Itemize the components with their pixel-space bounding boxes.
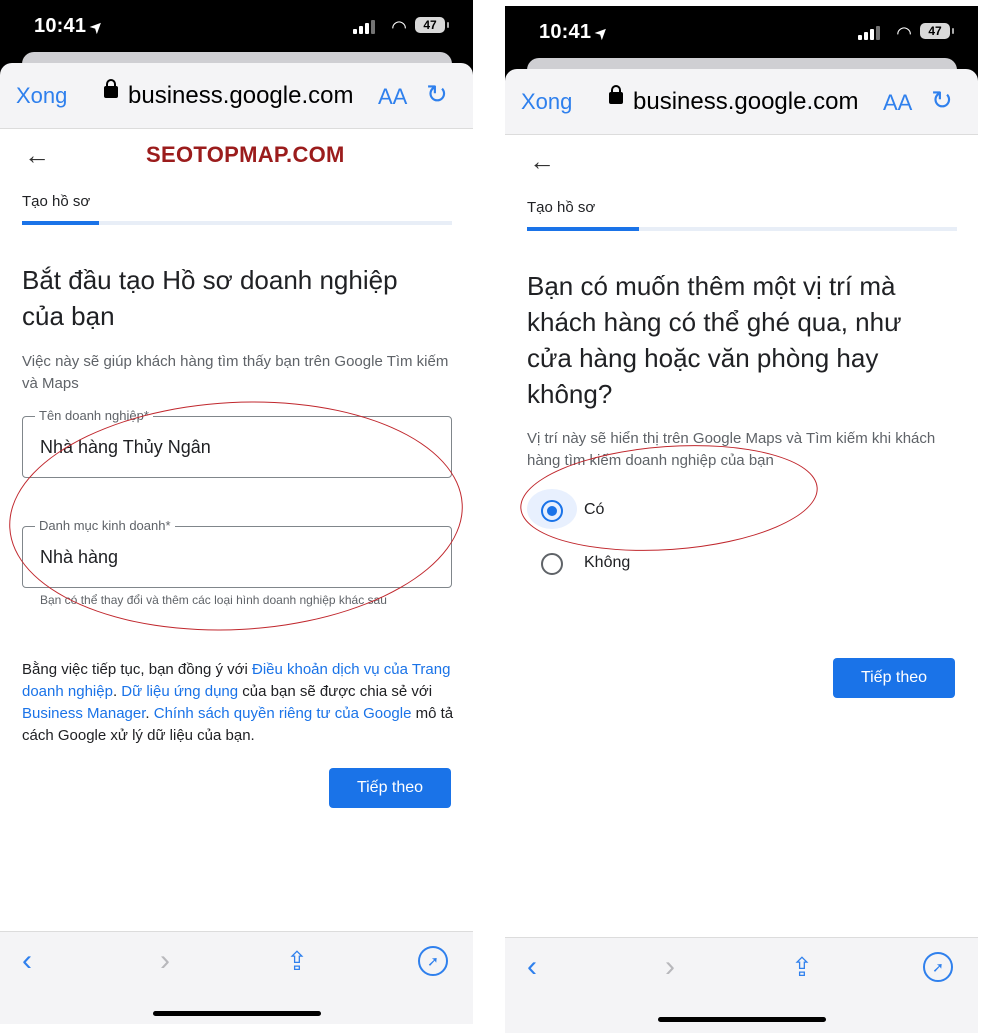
progress-fill [22,221,100,225]
step-label: Tạo hồ sơ [527,199,596,216]
url-field[interactable]: business.google.com [633,88,858,116]
reload-icon[interactable]: ↻ [426,79,448,110]
terms-text-3: của bạn sẽ được chia sẻ với [238,683,433,700]
share-icon[interactable]: ⇪ [791,952,813,983]
chevron-right-icon[interactable]: › [160,944,170,978]
lock-icon [104,79,118,98]
business-category-value: Nhà hàng [40,547,119,567]
home-indicator [658,1017,826,1022]
brand-watermark: SEOTOPMAP.COM [146,142,345,167]
browser-address-bar: Xong business.google.com AA ↻ [0,63,473,129]
privacy-policy-link[interactable]: Chính sách quyền riêng tư của Google [154,705,412,722]
location-subtitle: Vị trí này sẽ hiển thị trên Google Maps … [527,430,936,469]
status-time: 10:41➤ [34,15,109,39]
location-arrow-icon: ➤ [591,22,614,45]
terms-text-4: . [145,705,154,722]
next-button[interactable]: Tiếp theo [833,658,955,698]
page-heading: Bắt đầu tạo Hồ sơ doanh nghiệp của bạn [22,265,398,331]
compass-icon[interactable]: ➚ [418,946,448,976]
signal-icon [858,26,882,40]
wifi-icon: ◠ [896,23,912,43]
business-name-field[interactable]: Tên doanh nghiệp* Nhà hàng Thủy Ngân [22,408,452,478]
app-data-link[interactable]: Dữ liệu ứng dụng [121,683,238,700]
browser-address-bar: Xong business.google.com AA ↻ [505,69,978,135]
home-indicator [153,1011,321,1016]
next-button[interactable]: Tiếp theo [329,768,451,808]
business-manager-link[interactable]: Business Manager [22,705,145,722]
business-category-field[interactable]: Danh mục kinh doanh* Nhà hàng [22,518,452,588]
signal-icon [353,20,377,34]
reload-icon[interactable]: ↻ [931,85,953,116]
done-button[interactable]: Xong [521,89,572,115]
chevron-left-icon[interactable]: ‹ [22,944,32,978]
url-field[interactable]: business.google.com [128,82,353,110]
terms-text: Bằng việc tiếp tục, bạn đồng ý với Điều … [22,659,454,747]
battery-icon: 47 [415,17,449,33]
location-arrow-icon: ➤ [86,16,109,39]
category-helper-text: Bạn có thể thay đổi và thêm các loại hìn… [40,593,387,607]
wifi-icon: ◠ [391,17,407,37]
share-icon[interactable]: ⇪ [286,946,308,977]
option-yes-label: Có [584,501,605,518]
text-size-button[interactable]: AA [883,90,912,116]
back-arrow-icon[interactable]: ← [24,140,50,171]
compass-icon[interactable]: ➚ [923,952,953,982]
terms-text-1: Bằng việc tiếp tục, bạn đồng ý với [22,661,252,678]
lock-icon [609,85,623,104]
option-no-label: Không [584,554,631,571]
radio-yes[interactable] [541,500,563,522]
progress-bar [22,221,452,225]
back-arrow-icon[interactable]: ← [529,146,555,177]
progress-fill [527,227,639,231]
battery-icon: 47 [920,23,954,39]
step-label: Tạo hồ sơ [22,193,91,210]
business-name-label: Tên doanh nghiệp* [35,408,153,423]
page-heading: Bạn có muốn thêm một vị trí mà khách hàn… [527,271,902,409]
progress-bar [527,227,957,231]
chevron-left-icon[interactable]: ‹ [527,950,537,984]
status-time: 10:41➤ [539,21,614,45]
business-name-value: Nhà hàng Thủy Ngân [40,437,211,457]
radio-no[interactable] [541,553,563,575]
left-phone-screen: 10:41➤ ◠ 47 Xong business.google.com AA … [0,0,473,1024]
done-button[interactable]: Xong [16,83,67,109]
page-subtitle: Việc này sẽ giúp khách hàng tìm thấy bạn… [22,353,449,392]
right-phone-screen: 10:41➤ ◠ 47 Xong business.google.com AA … [505,6,978,1030]
chevron-right-icon[interactable]: › [665,950,675,984]
text-size-button[interactable]: AA [378,84,407,110]
business-category-label: Danh mục kinh doanh* [35,518,175,533]
